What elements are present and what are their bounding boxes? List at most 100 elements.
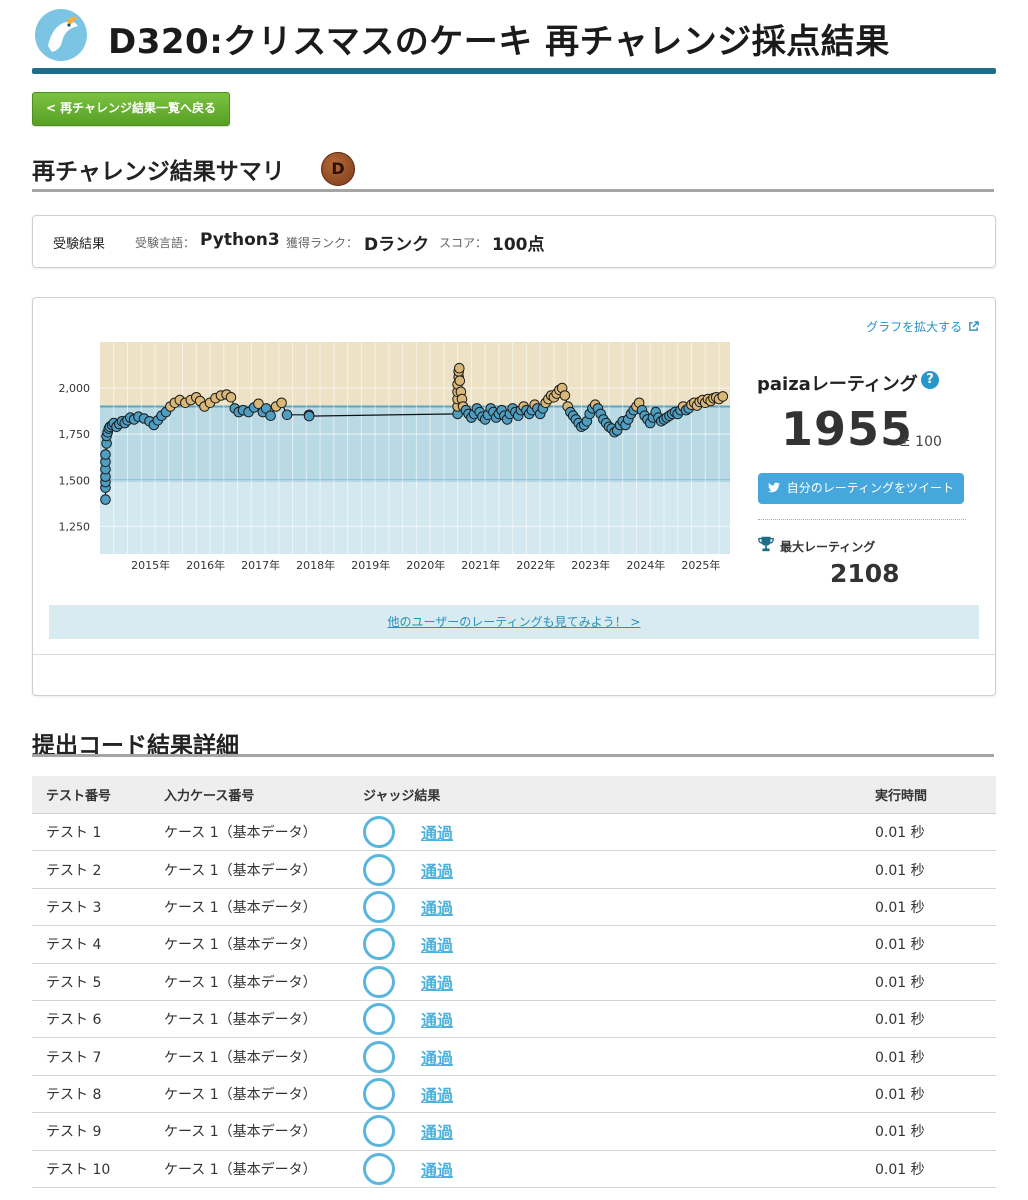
pass-circle-icon: [363, 816, 395, 849]
input-case: ケース 1（基本データ）: [164, 888, 349, 927]
judge-result-link[interactable]: 通過: [421, 824, 453, 843]
table-row: テスト 9 ケース 1（基本データ） 通過 0.01 秒: [32, 1112, 996, 1151]
rating-chart: 2,000 1,750 1,500 1,250 2015年 2016年 2017年 2018年…: [59, 342, 730, 572]
bird-logo-icon: [35, 9, 87, 61]
judge-result-link[interactable]: 通過: [421, 1086, 453, 1105]
tweet-rating-button[interactable]: 自分のレーティングをツイート: [758, 473, 964, 504]
exec-time: 0.01 秒: [875, 813, 996, 852]
rank-value: Dランク: [364, 235, 430, 255]
language-value: Python3: [200, 230, 280, 250]
judge-result-link[interactable]: 通過: [421, 1161, 453, 1180]
rating-point: [454, 375, 466, 386]
exec-time: 0.01 秒: [875, 1150, 996, 1188]
table-row: テスト 8 ケース 1（基本データ） 通過 0.01 秒: [32, 1075, 996, 1114]
detail-divider: [32, 754, 994, 757]
table-row: テスト 5 ケース 1（基本データ） 通過 0.01 秒: [32, 963, 996, 1001]
pass-circle-icon: [363, 890, 395, 923]
rating-panel: グラフを拡大する 2,000 1,750 1,500 1,250 2015年 2016年 2…: [32, 297, 996, 696]
title-divider: [32, 68, 996, 74]
test-number: テスト 1: [32, 813, 164, 852]
input-case: ケース 1（基本データ）: [164, 963, 349, 1001]
test-number: テスト 8: [32, 1075, 164, 1114]
rating-point: [454, 362, 465, 374]
max-rating-label: 最大レーティング: [780, 540, 876, 554]
judge-result-link[interactable]: 通過: [421, 899, 453, 918]
rating-divider: [758, 519, 966, 520]
page-title: D320:クリスマスのケーキ 再チャレンジ採点結果: [108, 22, 890, 62]
test-number: テスト 2: [32, 850, 164, 889]
rating-margin: ± 100: [899, 434, 942, 450]
judge-cell: 通過: [349, 850, 875, 889]
test-number: テスト 5: [32, 963, 164, 1001]
pass-circle-icon: [363, 1003, 395, 1036]
judge-cell: 通過: [349, 1150, 875, 1188]
rating-point: [303, 410, 315, 422]
score-label: スコア：: [439, 236, 488, 250]
judge-result-link[interactable]: 通過: [421, 1049, 453, 1068]
exec-time: 0.01 秒: [875, 1075, 996, 1114]
x-tick-label: 2023年: [571, 558, 610, 572]
result-panel: 受験結果 受験言語： Python3 獲得ランク： Dランク スコア： 100点: [32, 215, 996, 268]
judge-cell: 通過: [349, 1075, 875, 1114]
input-case: ケース 1（基本データ）: [164, 1037, 349, 1076]
input-case: ケース 1（基本データ）: [164, 1075, 349, 1114]
judge-result-link[interactable]: 通過: [421, 936, 453, 955]
max-rating-value: 2108: [830, 559, 900, 588]
judge-cell: 通過: [349, 1112, 875, 1151]
x-tick-label: 2017年: [241, 558, 280, 572]
test-number: テスト 9: [32, 1112, 164, 1151]
y-tick-label: 2,000: [59, 382, 91, 395]
rating-point: [100, 449, 111, 460]
judge-result-link[interactable]: 通過: [421, 974, 453, 993]
back-to-results-button[interactable]: < 再チャレンジ結果一覧へ戻る: [32, 92, 230, 126]
input-case: ケース 1（基本データ）: [164, 850, 349, 889]
table-row: テスト 3 ケース 1（基本データ） 通過 0.01 秒: [32, 888, 996, 927]
x-tick-label: 2025年: [681, 558, 720, 572]
exec-time: 0.01 秒: [875, 1037, 996, 1076]
y-tick-label: 1,750: [59, 428, 91, 441]
table-row: テスト 4 ケース 1（基本データ） 通過 0.01 秒: [32, 925, 996, 964]
test-number: テスト 7: [32, 1037, 164, 1076]
rating-point: [225, 392, 237, 403]
rating-label: paizaレーティング: [757, 374, 918, 395]
y-tick-label: 1,500: [59, 474, 91, 487]
band-1500-1900: [100, 406, 730, 481]
exec-time: 0.01 秒: [875, 888, 996, 927]
test-number: テスト 4: [32, 925, 164, 964]
other-users-rating-link[interactable]: 他のユーザーのレーティングも見てみよう！ >: [49, 605, 979, 639]
result-label: 受験結果: [53, 237, 106, 252]
column-header-time: 実行時間: [875, 776, 996, 814]
input-case: ケース 1（基本データ）: [164, 813, 349, 852]
pass-circle-icon: [363, 1077, 395, 1110]
y-tick-label: 1,250: [59, 520, 91, 533]
table-row: テスト 1 ケース 1（基本データ） 通過 0.01 秒: [32, 813, 996, 852]
rating-point: [276, 397, 287, 409]
exec-time: 0.01 秒: [875, 925, 996, 964]
rating-point: [281, 409, 293, 421]
x-tick-label: 2018年: [296, 558, 335, 572]
page-header: D320:クリスマスのケーキ 再チャレンジ採点結果: [32, 0, 996, 76]
judge-result-link[interactable]: 通過: [421, 1011, 453, 1030]
judge-result-link[interactable]: 通過: [421, 862, 453, 881]
rating-panel-divider: [33, 654, 995, 655]
pass-circle-icon: [363, 1040, 395, 1073]
column-header-case: 入力ケース番号: [164, 776, 349, 814]
pass-circle-icon: [363, 965, 395, 998]
test-number: テスト 3: [32, 888, 164, 927]
judge-result-link[interactable]: 通過: [421, 1123, 453, 1142]
x-tick-label: 2021年: [461, 558, 500, 572]
rating-point: [559, 390, 571, 401]
expand-graph-link[interactable]: グラフを拡大する: [866, 318, 979, 335]
rank-label: 獲得ランク：: [286, 236, 359, 250]
help-icon[interactable]: ?: [921, 371, 939, 389]
pass-circle-icon: [363, 1152, 395, 1185]
input-case: ケース 1（基本データ）: [164, 1150, 349, 1188]
x-tick-label: 2024年: [626, 558, 665, 572]
test-number: テスト 10: [32, 1150, 164, 1188]
column-header-test: テスト番号: [32, 776, 164, 814]
table-row: テスト 2 ケース 1（基本データ） 通過 0.01 秒: [32, 850, 996, 889]
input-case: ケース 1（基本データ）: [164, 1112, 349, 1151]
table-row: テスト 7 ケース 1（基本データ） 通過 0.01 秒: [32, 1037, 996, 1076]
pass-circle-icon: [363, 853, 395, 886]
column-header-judge: ジャッジ結果: [349, 776, 875, 814]
